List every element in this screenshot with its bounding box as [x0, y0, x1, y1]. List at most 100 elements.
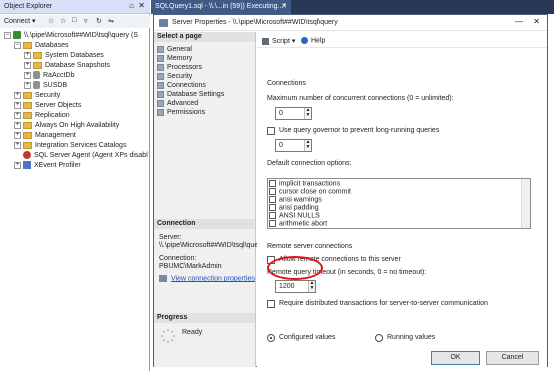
page-item-processors[interactable]: Processors	[157, 63, 202, 72]
spin-arrows-icon[interactable]: ▲ ▼	[304, 108, 311, 119]
tree-node[interactable]: + Integration Services Catalogs	[14, 141, 126, 151]
help-button[interactable]: Help	[301, 37, 325, 44]
query-governor-stepper[interactable]: 0 ▲ ▼	[275, 139, 312, 152]
default-options-label: Default connection options:	[267, 160, 352, 167]
option-label: ansi warnings	[279, 196, 322, 204]
tree-node[interactable]: + Management	[14, 131, 76, 141]
toolbar-filter-icon[interactable]: ▿	[84, 17, 88, 25]
page-item-permissions[interactable]: Permissions	[157, 108, 205, 117]
toolbar-stop-icon[interactable]: □	[72, 17, 76, 24]
require-distributed-checkbox[interactable]	[267, 300, 275, 308]
collapse-icon[interactable]: −	[14, 41, 21, 49]
cancel-button[interactable]: Cancel	[486, 351, 539, 365]
option-checkbox[interactable]	[269, 188, 276, 195]
max-connections-stepper[interactable]: 0 ▲ ▼	[275, 107, 312, 120]
tree-node[interactable]: + Always On High Availability	[14, 121, 119, 131]
toolbar-activity-icon[interactable]: ⇋	[108, 17, 114, 25]
connection-option[interactable]: cursor close on commit	[269, 188, 351, 196]
spin-arrows-icon[interactable]: ▲ ▼	[308, 281, 315, 292]
link-icon	[159, 275, 167, 282]
page-icon	[157, 81, 164, 89]
page-icon	[157, 99, 164, 107]
tree-node[interactable]: + Database Snapshots	[24, 61, 110, 71]
tree-node[interactable]: − \\.\pipe\Microsoft##WID\tsql\query (S	[4, 31, 138, 41]
option-label: arithmetic abort	[279, 220, 328, 228]
expand-icon[interactable]: +	[14, 111, 21, 119]
list-scrollbar[interactable]	[521, 179, 530, 228]
connect-button[interactable]: Connect ▾	[4, 17, 36, 25]
page-item-memory[interactable]: Memory	[157, 54, 192, 63]
option-checkbox[interactable]	[269, 196, 276, 203]
close-icon[interactable]: ✕	[138, 1, 145, 10]
help-icon	[301, 37, 308, 44]
expand-icon[interactable]: +	[14, 161, 21, 169]
remote-section-title: Remote server connections	[267, 243, 353, 250]
pin-icon[interactable]: ⌂	[129, 1, 134, 10]
expand-icon[interactable]: +	[14, 131, 21, 139]
tree-node[interactable]: + XEvent Profiler	[14, 161, 81, 171]
query-governor-value: 0	[279, 142, 283, 149]
connection-options-list[interactable]: implicit transactions cursor close on com…	[267, 178, 531, 229]
minimize-icon[interactable]: —	[515, 17, 523, 26]
spin-arrows-icon[interactable]: ▲ ▼	[304, 140, 311, 151]
dialog-titlebar: Server Properties - \\.\pipe\Microsoft##…	[154, 15, 547, 31]
tree-node[interactable]: + Server Objects	[14, 101, 81, 111]
tree-node[interactable]: − Databases	[14, 41, 68, 51]
expand-icon[interactable]: +	[14, 121, 21, 129]
server-icon	[13, 31, 21, 40]
page-item-database-settings[interactable]: Database Settings	[157, 90, 224, 99]
option-checkbox[interactable]	[269, 220, 276, 227]
page-item-general[interactable]: General	[157, 45, 192, 54]
object-explorer-titlebar: Object Explorer ⌂ ✕	[0, 0, 150, 14]
collapse-icon[interactable]: −	[4, 31, 11, 39]
running-values-radio[interactable]	[375, 334, 383, 342]
option-checkbox[interactable]	[269, 204, 276, 211]
tree-node[interactable]: + SUSDB	[24, 81, 67, 91]
expand-icon[interactable]: +	[14, 91, 21, 99]
page-item-label: Advanced	[167, 100, 199, 107]
toolbar-connect-icon[interactable]: ☆	[48, 17, 54, 25]
tree-node-label: \\.\pipe\Microsoft##WID\tsql\query (S	[24, 32, 138, 39]
expand-icon[interactable]: +	[24, 51, 31, 59]
page-item-connections[interactable]: Connections	[157, 81, 206, 90]
expand-icon[interactable]: +	[24, 61, 31, 69]
folder-icon	[33, 61, 42, 69]
expand-icon[interactable]: +	[14, 141, 21, 149]
tree-node-label: Databases	[35, 42, 69, 49]
tree-node-label: Database Snapshots	[45, 62, 110, 69]
page-item-label: Processors	[167, 64, 203, 71]
tree-node[interactable]: SQL Server Agent (Agent XPs disabl	[14, 151, 148, 161]
configured-values-radio[interactable]	[267, 334, 275, 342]
configured-values-label: Configured values	[279, 334, 336, 341]
tree-node[interactable]: + Replication	[14, 111, 70, 121]
object-explorer-toolbar: Connect ▾ ☆ ☆ □ ▿ ↻ ⇋	[0, 15, 150, 28]
toolbar-refresh-icon[interactable]: ↻	[96, 17, 102, 25]
tree-node[interactable]: + System Databases	[24, 51, 104, 61]
server-label: Server:	[159, 234, 182, 241]
toolbar-disconnect-icon[interactable]: ☆	[60, 17, 66, 25]
option-checkbox[interactable]	[269, 212, 276, 219]
page-item-advanced[interactable]: Advanced	[157, 99, 198, 108]
close-icon[interactable]: ✕	[533, 17, 540, 26]
expand-icon[interactable]: +	[14, 101, 21, 109]
view-connection-properties-link[interactable]: View connection properties	[159, 275, 255, 282]
tree-node[interactable]: + Security	[14, 91, 60, 101]
remote-timeout-stepper[interactable]: 1200 ▲ ▼	[275, 280, 316, 293]
query-governor-checkbox[interactable]	[267, 127, 275, 135]
page-item-security[interactable]: Security	[157, 72, 192, 81]
expand-icon[interactable]: +	[24, 71, 31, 79]
connection-option[interactable]: ansi padding	[269, 204, 319, 212]
tab-sqlquery1[interactable]: SQLQuery1.sql - \\.\...in (59)) Executin…	[151, 0, 291, 14]
connection-option[interactable]: ANSI NULLS	[269, 212, 320, 220]
expand-icon[interactable]: +	[24, 81, 31, 89]
close-icon[interactable]: ✕	[281, 0, 287, 14]
page-icon	[157, 54, 164, 62]
folder-icon	[23, 141, 32, 149]
connection-option[interactable]: ansi warnings	[269, 196, 322, 204]
option-checkbox[interactable]	[269, 180, 276, 187]
tree-node[interactable]: + RaAcctDb	[24, 71, 75, 81]
connection-option[interactable]: arithmetic abort	[269, 220, 327, 228]
ok-button[interactable]: OK	[431, 351, 480, 365]
connection-option[interactable]: implicit transactions	[269, 180, 340, 188]
script-button[interactable]: Script ▾	[262, 37, 295, 45]
